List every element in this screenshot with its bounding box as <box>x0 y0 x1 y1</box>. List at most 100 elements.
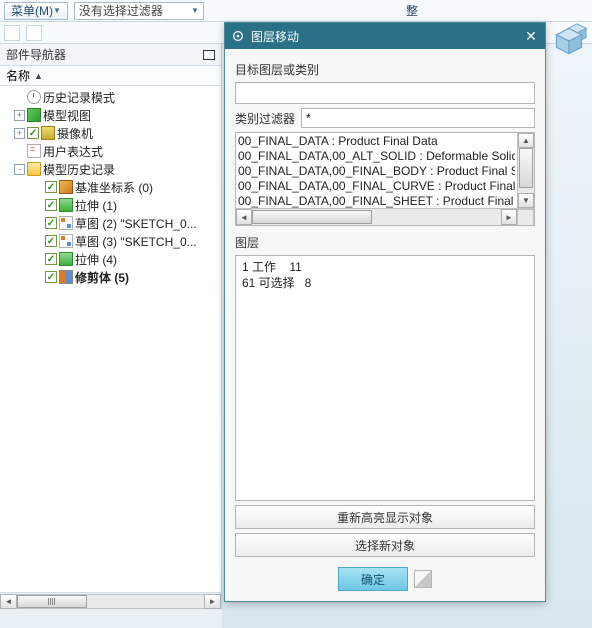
collapse-icon[interactable]: - <box>14 164 25 175</box>
scroll-thumb[interactable] <box>17 595 87 608</box>
folder-icon <box>27 162 41 176</box>
category-filter-input[interactable] <box>301 108 535 128</box>
scroll-thumb[interactable] <box>519 148 533 188</box>
tree-node-label: 草图 (3) "SKETCH_0... <box>75 233 197 250</box>
toolbar-fragment-text: 整 <box>406 2 588 19</box>
tree-node-label: 摄像机 <box>57 125 93 142</box>
panel-pin-icon[interactable] <box>203 50 215 60</box>
scroll-down-button[interactable]: ▼ <box>518 193 534 208</box>
scroll-left-button[interactable]: ◄ <box>0 594 17 609</box>
scrollbar-corner <box>517 209 534 226</box>
tree-node[interactable]: +✓ 摄像机 <box>0 124 221 142</box>
tree-node[interactable]: ✓ 基准坐标系 (0) <box>0 178 221 196</box>
category-list-item[interactable]: 00_FINAL_DATA,00_FINAL_BODY : Product Fi… <box>238 164 515 179</box>
scroll-right-button[interactable]: ► <box>501 209 517 225</box>
tree-node[interactable]: ✓ 草图 (3) "SKETCH_0... <box>0 232 221 250</box>
column-name-label: 名称 <box>6 67 30 84</box>
tree-node-label: 草图 (2) "SKETCH_0... <box>75 215 197 232</box>
panel-title: 部件导航器 <box>6 46 66 63</box>
chevron-down-icon: ▼ <box>53 6 61 15</box>
view-triad-icon[interactable] <box>554 26 584 56</box>
layer-move-dialog: 图层移动 ✕ 目标图层或类别 类别过滤器 00_FINAL_DATA : Pro… <box>224 22 546 602</box>
tree-node[interactable]: 用户表达式 <box>0 142 221 160</box>
ext-icon <box>59 198 73 212</box>
sketch-icon <box>59 234 73 248</box>
select-new-button[interactable]: 选择新对象 <box>235 533 535 557</box>
navigator-tree[interactable]: 历史记录模式+模型视图+✓摄像机用户表达式-模型历史记录✓基准坐标系 (0)✓拉… <box>0 86 221 592</box>
tree-node[interactable]: 历史记录模式 <box>0 88 221 106</box>
tree-node[interactable]: ✓ 草图 (2) "SKETCH_0... <box>0 214 221 232</box>
grip-icon <box>48 598 56 605</box>
menu-label: 菜单(M) <box>11 2 53 19</box>
checkbox-checked-icon[interactable]: ✓ <box>45 253 57 265</box>
menu-button[interactable]: 菜单(M) ▼ <box>4 2 68 20</box>
layer-listbox[interactable]: 1 工作 1161 可选择 8 <box>235 255 535 501</box>
tree-node-label: 修剪体 (5) <box>75 269 129 286</box>
category-list-item[interactable]: 00_FINAL_DATA,00_ALT_SOLID : Deformable … <box>238 149 515 164</box>
vertical-scrollbar[interactable]: ▲ ▼ <box>517 133 534 208</box>
dialog-body: 目标图层或类别 类别过滤器 00_FINAL_DATA : Product Fi… <box>225 49 545 601</box>
dialog-title: 图层移动 <box>251 28 299 45</box>
checkbox-checked-icon[interactable]: ✓ <box>27 127 39 139</box>
scroll-left-button[interactable]: ◄ <box>236 209 252 225</box>
scroll-right-button[interactable]: ► <box>204 594 221 609</box>
scroll-up-button[interactable]: ▲ <box>518 133 534 148</box>
selection-filter-value: 没有选择过滤器 <box>79 2 163 19</box>
checkbox-checked-icon[interactable]: ✓ <box>45 235 57 247</box>
panel-header: 部件导航器 <box>0 44 221 66</box>
sketch-icon <box>59 216 73 230</box>
category-list-item[interactable]: 00_FINAL_DATA,00_FINAL_CURVE : Product F… <box>238 179 515 194</box>
checkbox-checked-icon[interactable]: ✓ <box>45 181 57 193</box>
ext-icon <box>59 252 73 266</box>
toolbar-icon[interactable] <box>4 25 20 41</box>
horizontal-scrollbar[interactable]: ◄ ► <box>0 592 221 609</box>
sort-asc-icon: ▲ <box>34 71 43 81</box>
close-button[interactable]: ✕ <box>523 28 539 44</box>
tree-node[interactable]: ✓ 拉伸 (1) <box>0 196 221 214</box>
checkbox-checked-icon[interactable]: ✓ <box>45 217 57 229</box>
tree-node[interactable]: + 模型视图 <box>0 106 221 124</box>
column-header[interactable]: 名称 ▲ <box>0 66 221 86</box>
tree-node-label: 模型历史记录 <box>43 161 115 178</box>
resize-grip-icon[interactable] <box>414 570 432 588</box>
target-layer-input[interactable] <box>235 82 535 104</box>
ok-button[interactable]: 确定 <box>338 567 408 591</box>
category-list-item[interactable]: 00_FINAL_DATA,00_FINAL_SHEET : Product F… <box>238 194 515 208</box>
tree-node-label: 拉伸 (4) <box>75 251 117 268</box>
tree-node[interactable]: ✓ 修剪体 (5) <box>0 268 221 286</box>
layer-list-item[interactable]: 1 工作 11 <box>242 259 528 275</box>
tree-node-label: 拉伸 (1) <box>75 197 117 214</box>
expand-icon[interactable]: + <box>14 110 25 121</box>
checkbox-checked-icon[interactable]: ✓ <box>45 199 57 211</box>
tree-node-label: 用户表达式 <box>43 143 103 160</box>
cube-icon <box>27 108 41 122</box>
selection-filter-dropdown[interactable]: 没有选择过滤器 ▼ <box>74 2 204 20</box>
clock-icon <box>27 90 41 104</box>
category-list-item[interactable]: 00_FINAL_DATA : Product Final Data <box>238 134 515 149</box>
target-layer-label: 目标图层或类别 <box>235 61 535 78</box>
chevron-down-icon: ▼ <box>191 6 199 15</box>
tree-node-label: 历史记录模式 <box>43 89 115 106</box>
expand-icon[interactable]: + <box>14 128 25 139</box>
toolbar-icon[interactable] <box>26 25 42 41</box>
top-toolbar: 菜单(M) ▼ 没有选择过滤器 ▼ 整 <box>0 0 592 22</box>
tree-node-label: 模型视图 <box>43 107 91 124</box>
checkbox-checked-icon[interactable]: ✓ <box>45 271 57 283</box>
csys-icon <box>59 180 73 194</box>
dialog-titlebar[interactable]: 图层移动 ✕ <box>225 23 545 49</box>
part-navigator-panel: 部件导航器 名称 ▲ 历史记录模式+模型视图+✓摄像机用户表达式-模型历史记录✓… <box>0 44 222 609</box>
scroll-track[interactable] <box>17 594 204 609</box>
category-filter-label: 类别过滤器 <box>235 110 295 127</box>
gear-icon <box>231 29 245 43</box>
layer-list-item[interactable]: 61 可选择 8 <box>242 275 528 291</box>
tree-node[interactable]: ✓ 拉伸 (4) <box>0 250 221 268</box>
trim-icon <box>59 270 73 284</box>
fx-icon <box>27 144 41 158</box>
tree-node-label: 基准坐标系 (0) <box>75 179 153 196</box>
layer-section-label: 图层 <box>235 234 535 251</box>
tree-node[interactable]: - 模型历史记录 <box>0 160 221 178</box>
category-listbox[interactable]: 00_FINAL_DATA : Product Final Data00_FIN… <box>235 132 535 226</box>
cam-icon <box>41 126 55 140</box>
rehighlight-button[interactable]: 重新高亮显示对象 <box>235 505 535 529</box>
scroll-thumb[interactable] <box>252 210 372 224</box>
